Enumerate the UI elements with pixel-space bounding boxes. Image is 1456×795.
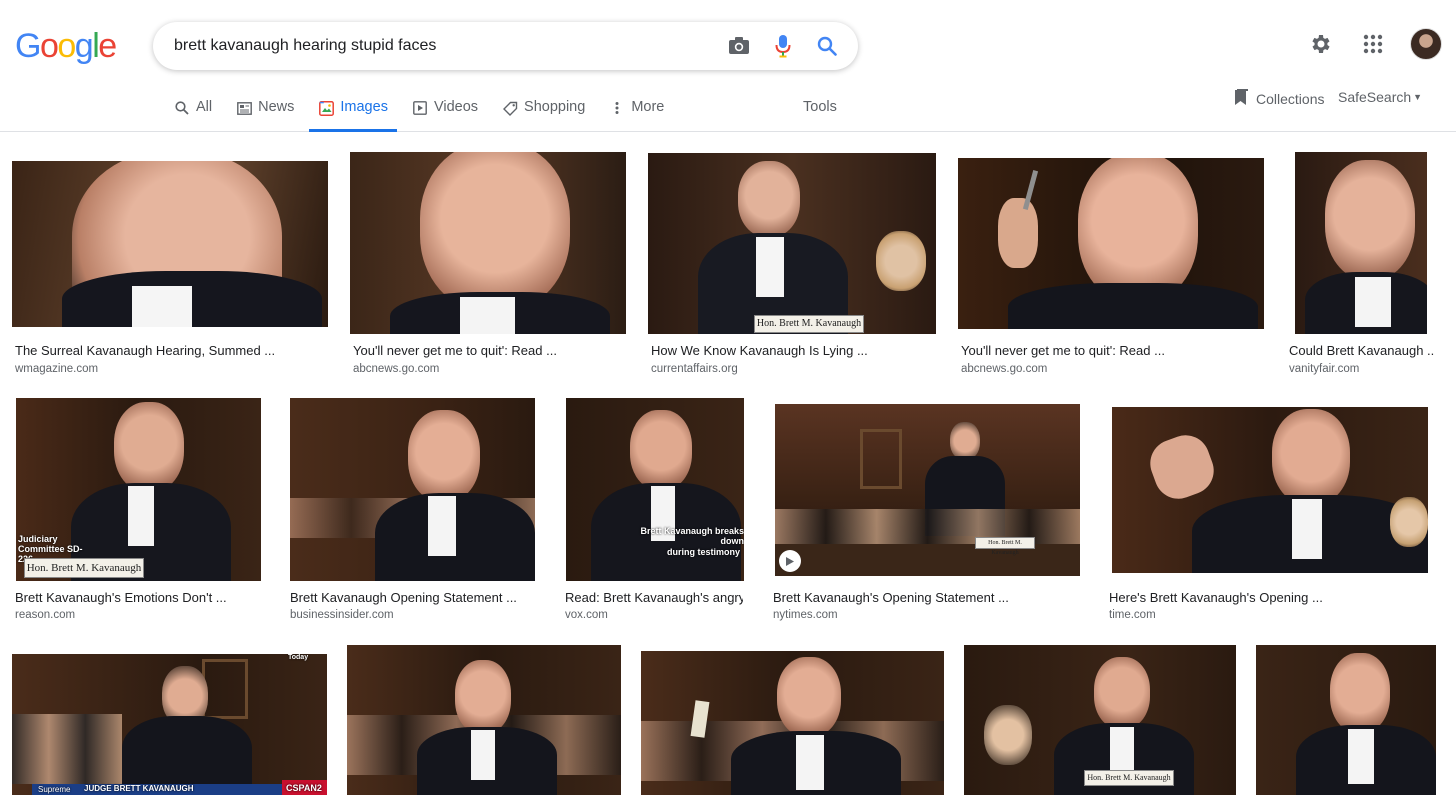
result-source[interactable]: abcnews.go.com [961,363,1047,375]
tab-label: All [196,99,213,115]
result-source[interactable]: currentaffairs.org [651,363,738,375]
result-title[interactable]: How We Know Kavanaugh Is Lying ... [651,343,931,358]
tag-icon [502,100,518,116]
result-source[interactable]: businessinsider.com [290,609,394,621]
result-thumbnail[interactable] [641,651,944,795]
caret-down-icon: ▼ [1413,92,1423,102]
search-icon [174,100,190,116]
logo-letter: o [57,27,76,65]
result-title[interactable]: You'll never get me to quit': Read ... [353,343,623,358]
images-icon [318,100,334,116]
result-thumbnail[interactable] [12,161,328,327]
result-title[interactable]: Here's Brett Kavanaugh's Opening ... [1109,590,1429,605]
result-source[interactable]: vox.com [565,609,608,621]
header: Google brett kavanaugh hearing stupid fa… [0,0,1456,132]
tab-label: Images [340,99,388,115]
collections-button[interactable]: Collections [1234,89,1324,109]
caption-line-2: during testimony [666,547,740,557]
tab-label: Videos [433,99,479,115]
result-source[interactable]: vanityfair.com [1289,363,1359,375]
tab-shopping[interactable]: Shopping [502,93,585,132]
result-title[interactable]: You'll never get me to quit': Read ... [961,343,1261,358]
search-box[interactable] [153,22,858,70]
logo-letter: e [98,27,117,65]
result-thumbnail[interactable]: Brett Kavanaugh breaks down during testi… [566,398,744,581]
result-title[interactable]: Brett Kavanaugh's Emotions Don't ... [15,590,265,605]
result-thumbnail[interactable] [958,158,1264,329]
result-source[interactable]: abcnews.go.com [353,363,439,375]
avatar[interactable] [1410,28,1442,60]
search-input[interactable] [174,35,714,57]
result-title[interactable]: The Surreal Kavanaugh Hearing, Summed ..… [15,343,320,358]
banner-mid: JUDGE BRETT KAVANAUGH [84,784,194,793]
safesearch-dropdown[interactable]: SafeSearch ▼ [1338,89,1422,105]
result-thumbnail[interactable] [1112,407,1428,573]
result-thumbnail[interactable] [347,645,621,795]
result-title[interactable]: Brett Kavanaugh's Opening Statement ... [773,590,1078,605]
result-source[interactable]: reason.com [15,609,75,621]
result-thumbnail[interactable]: Hon. Brett M. Kavanaugh [964,645,1236,795]
play-icon[interactable] [779,550,801,572]
tab-videos[interactable]: Videos [412,93,478,132]
result-thumbnail[interactable]: Judiciary Committee SD-226 Hon. Brett M.… [16,398,261,581]
tab-all[interactable]: All [174,93,212,132]
tab-more[interactable]: More [609,93,664,132]
gear-icon[interactable] [1306,29,1336,59]
tab-news[interactable]: News [236,93,294,132]
search-icon[interactable] [814,34,840,58]
result-source[interactable]: time.com [1109,609,1156,621]
result-thumbnail[interactable] [1295,152,1427,334]
nameplate: Hon. Brett M. Kavanaugh [1084,770,1174,786]
tools-button[interactable]: Tools [803,99,837,115]
more-vert-icon [609,100,625,116]
logo-letter: g [74,27,94,65]
apps-icon[interactable] [1358,29,1388,59]
news-icon [236,100,252,116]
tab-label: More [631,99,665,115]
tab-label: Shopping [524,99,586,115]
microphone-icon[interactable] [770,34,796,58]
logo-letter: o [39,27,59,65]
search-tabs: All News Images Videos Shopping More [174,93,688,132]
result-thumbnail[interactable]: Today Supreme JUDGE BRETT KAVANAUGH CSPA… [12,654,327,795]
result-thumbnail[interactable] [1256,645,1436,795]
videos-icon [412,100,428,116]
tab-images[interactable]: Images [309,93,397,132]
result-thumbnail[interactable]: Hon. Brett M. Kavanaugh [775,404,1080,576]
banner-right: CSPAN2 [286,783,322,793]
banner-left: Supreme [38,785,71,794]
nameplate: Hon. Brett M. Kavanaugh [975,537,1035,556]
caption-line-1: Brett Kavanaugh breaks down [640,526,744,546]
result-title[interactable]: Read: Brett Kavanaugh's angry ... [565,590,743,605]
result-title[interactable]: Brett Kavanaugh Opening Statement ... [290,590,540,605]
bookmark-icon [1234,89,1248,109]
google-logo[interactable]: Google [15,27,117,66]
result-source[interactable]: wmagazine.com [15,363,98,375]
logo-letter: G [15,27,41,65]
nameplate: Hon. Brett M. Kavanaugh [24,558,144,578]
safesearch-label: SafeSearch [1338,89,1412,105]
result-title[interactable]: Could Brett Kavanaugh ... [1289,343,1434,358]
result-source[interactable]: nytimes.com [773,609,838,621]
camera-icon[interactable] [726,34,752,58]
result-thumbnail[interactable] [350,152,626,334]
result-thumbnail[interactable] [290,398,535,581]
nameplate: Hon. Brett M. Kavanaugh [754,315,864,333]
result-thumbnail[interactable]: Hon. Brett M. Kavanaugh [648,153,936,334]
collections-label: Collections [1256,91,1325,107]
tab-label: News [258,99,295,115]
today-badge: Today [288,654,309,661]
